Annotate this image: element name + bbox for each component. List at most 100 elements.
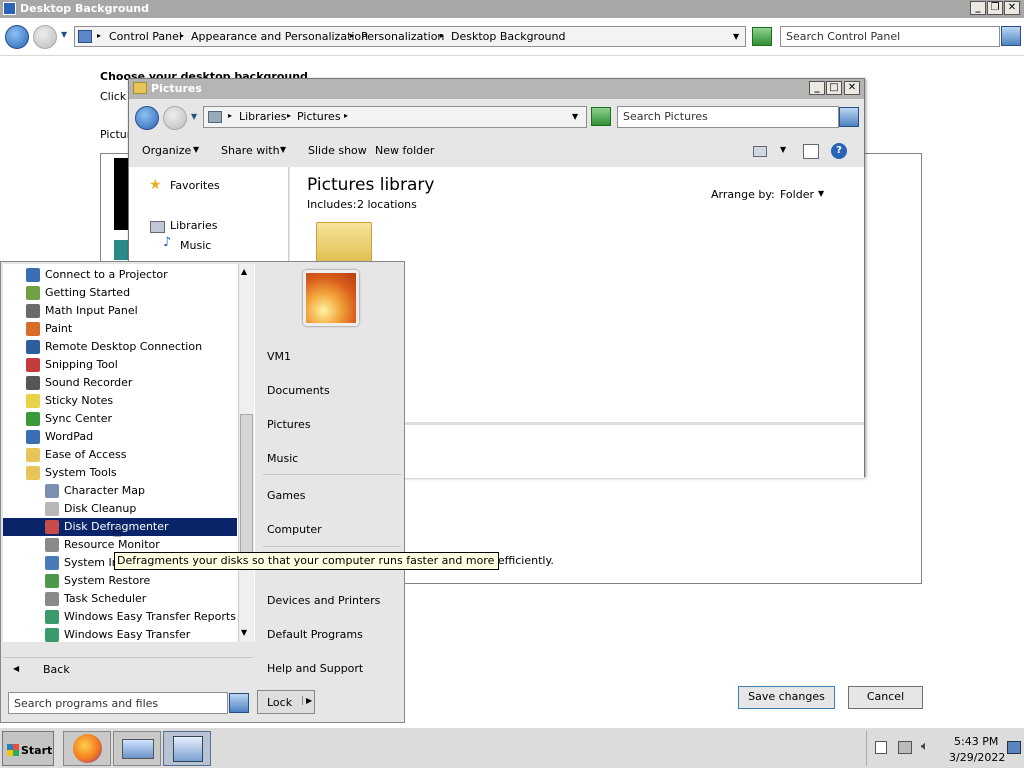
refresh-icon[interactable] (752, 27, 772, 46)
wallpaper-thumbnail[interactable] (114, 158, 128, 230)
address-bar[interactable]: ▸ Control Panel ▸ Appearance and Persona… (74, 26, 746, 47)
breadcrumb-separator-icon[interactable]: ▸ (440, 31, 444, 40)
forward-arrow-icon[interactable] (33, 25, 57, 49)
address-dropdown-icon[interactable]: ▼ (733, 32, 739, 41)
wallpaper-thumbnail[interactable] (114, 240, 128, 260)
programs-scrollbar[interactable]: ▲ ▼ (238, 264, 254, 642)
slide-show-button[interactable]: Slide show (308, 144, 367, 157)
breadcrumb-appearance[interactable]: Appearance and Personalization (191, 30, 368, 43)
show-desktop-icon[interactable] (1007, 741, 1021, 754)
pictures-item[interactable]: Pictures (267, 418, 311, 431)
arrange-by-value[interactable]: Folder (780, 188, 814, 201)
program-item[interactable]: Disk Cleanup (3, 500, 237, 518)
breadcrumb-pictures[interactable]: Pictures (297, 110, 341, 123)
search-pictures-input[interactable]: Search Pictures (617, 106, 839, 128)
documents-item[interactable]: Documents (267, 384, 330, 397)
program-item[interactable]: System Tools (3, 464, 237, 482)
user-picture[interactable] (303, 270, 359, 326)
nav-music[interactable]: Music (180, 239, 211, 252)
address-dropdown-icon[interactable]: ▼ (572, 112, 578, 121)
action-center-flag-icon[interactable] (875, 741, 887, 754)
pictures-close-button[interactable]: ✕ (844, 81, 860, 95)
pictures-minimize-button[interactable]: _ (809, 81, 825, 95)
back-row[interactable]: ◀ Back (3, 657, 253, 681)
minimize-button[interactable]: _ (970, 1, 986, 15)
lock-button[interactable]: Lock ▶ (257, 690, 315, 714)
pictures-title-bar[interactable]: Pictures _ □ ✕ (129, 79, 864, 99)
program-item[interactable]: Sticky Notes (3, 392, 237, 410)
breadcrumb-personalization[interactable]: Personalization (361, 30, 444, 43)
shutdown-options-arrow-icon[interactable]: ▶ (302, 696, 312, 705)
program-item[interactable]: Math Input Panel (3, 302, 237, 320)
organize-dropdown-icon[interactable]: ▼ (193, 145, 199, 154)
breadcrumb-arrow-icon[interactable]: ▸ (228, 111, 232, 120)
pictures-forward-arrow-icon[interactable] (163, 106, 187, 130)
program-item[interactable]: Windows Easy Transfer (3, 626, 237, 644)
program-item[interactable]: Character Map (3, 482, 237, 500)
program-item[interactable]: Ease of Access (3, 446, 237, 464)
change-view-icon[interactable] (753, 146, 767, 157)
network-icon[interactable] (898, 741, 912, 754)
close-button[interactable]: ✕ (1004, 1, 1020, 15)
breadcrumb-control-panel[interactable]: Control Panel (109, 30, 182, 43)
folder-icon[interactable] (316, 222, 372, 262)
program-item[interactable]: Sync Center (3, 410, 237, 428)
program-item[interactable]: WordPad (3, 428, 237, 446)
program-item[interactable]: Paint (3, 320, 237, 338)
vm1-item[interactable]: VM1 (267, 350, 291, 363)
program-item[interactable]: Snipping Tool (3, 356, 237, 374)
breadcrumb-desktop-background[interactable]: Desktop Background (451, 30, 566, 43)
search-icon[interactable] (229, 693, 249, 713)
nav-favorites[interactable]: Favorites (170, 179, 220, 192)
computer-taskbar-button[interactable] (113, 731, 161, 766)
breadcrumb-separator-icon[interactable]: ▸ (344, 111, 348, 120)
program-item[interactable]: Connect to a Projector (3, 266, 237, 284)
new-folder-button[interactable]: New folder (375, 144, 434, 157)
program-item[interactable]: Remote Desktop Connection (3, 338, 237, 356)
program-item[interactable]: Getting Started (3, 284, 237, 302)
breadcrumb-arrow-icon[interactable]: ▸ (97, 31, 101, 40)
control-panel-taskbar-button[interactable] (163, 731, 211, 766)
preview-pane-icon[interactable] (803, 144, 819, 159)
cancel-button[interactable]: Cancel (848, 686, 923, 709)
refresh-icon[interactable] (591, 107, 611, 126)
clock-time[interactable]: 5:43 PM (954, 735, 998, 748)
arrange-dropdown-icon[interactable]: ▼ (818, 189, 824, 198)
clock-date[interactable]: 3/29/2022 (949, 751, 1005, 764)
view-dropdown-icon[interactable]: ▼ (780, 145, 786, 154)
scroll-up-arrow-icon[interactable]: ▲ (241, 267, 247, 276)
organize-menu[interactable]: Organize (142, 144, 191, 157)
search-control-panel-input[interactable]: Search Control Panel (780, 26, 1000, 47)
computer-item[interactable]: Computer (267, 523, 322, 536)
breadcrumb-separator-icon[interactable]: ▸ (287, 111, 291, 120)
save-changes-button[interactable]: Save changes (738, 686, 835, 709)
includes-locations-link[interactable]: 2 locations (357, 198, 417, 211)
devices-and-printers-item[interactable]: Devices and Printers (267, 594, 380, 607)
program-item[interactable]: Windows Easy Transfer Reports (3, 608, 237, 626)
games-item[interactable]: Games (267, 489, 305, 502)
share-with-menu[interactable]: Share with (221, 144, 280, 157)
program-item[interactable]: Sound Recorder (3, 374, 237, 392)
search-programs-input[interactable]: Search programs and files (8, 692, 228, 714)
help-and-support-item[interactable]: Help and Support (267, 662, 363, 675)
back-arrow-icon[interactable] (5, 25, 29, 49)
scrollbar-thumb[interactable] (240, 414, 253, 556)
search-icon[interactable] (839, 107, 859, 127)
help-icon[interactable]: ? (831, 143, 847, 159)
program-item[interactable]: Task Scheduler (3, 590, 237, 608)
music-item[interactable]: Music (267, 452, 298, 465)
pictures-maximize-button[interactable]: □ (826, 81, 842, 95)
search-icon[interactable] (1001, 26, 1021, 46)
pictures-recent-dropdown-icon[interactable]: ▼ (191, 112, 197, 121)
restore-button[interactable]: ❐ (987, 1, 1003, 15)
firefox-taskbar-button[interactable] (63, 731, 111, 766)
share-with-dropdown-icon[interactable]: ▼ (280, 145, 286, 154)
breadcrumb-separator-icon[interactable]: ▸ (180, 31, 184, 40)
volume-icon[interactable]: 🔈︎ (921, 739, 929, 754)
scroll-down-arrow-icon[interactable]: ▼ (241, 628, 247, 637)
start-button[interactable]: Start (2, 731, 54, 766)
program-item[interactable]: System Restore (3, 572, 237, 590)
pictures-back-arrow-icon[interactable] (135, 106, 159, 130)
breadcrumb-libraries[interactable]: Libraries (239, 110, 287, 123)
recent-pages-dropdown-icon[interactable]: ▼ (61, 30, 67, 39)
